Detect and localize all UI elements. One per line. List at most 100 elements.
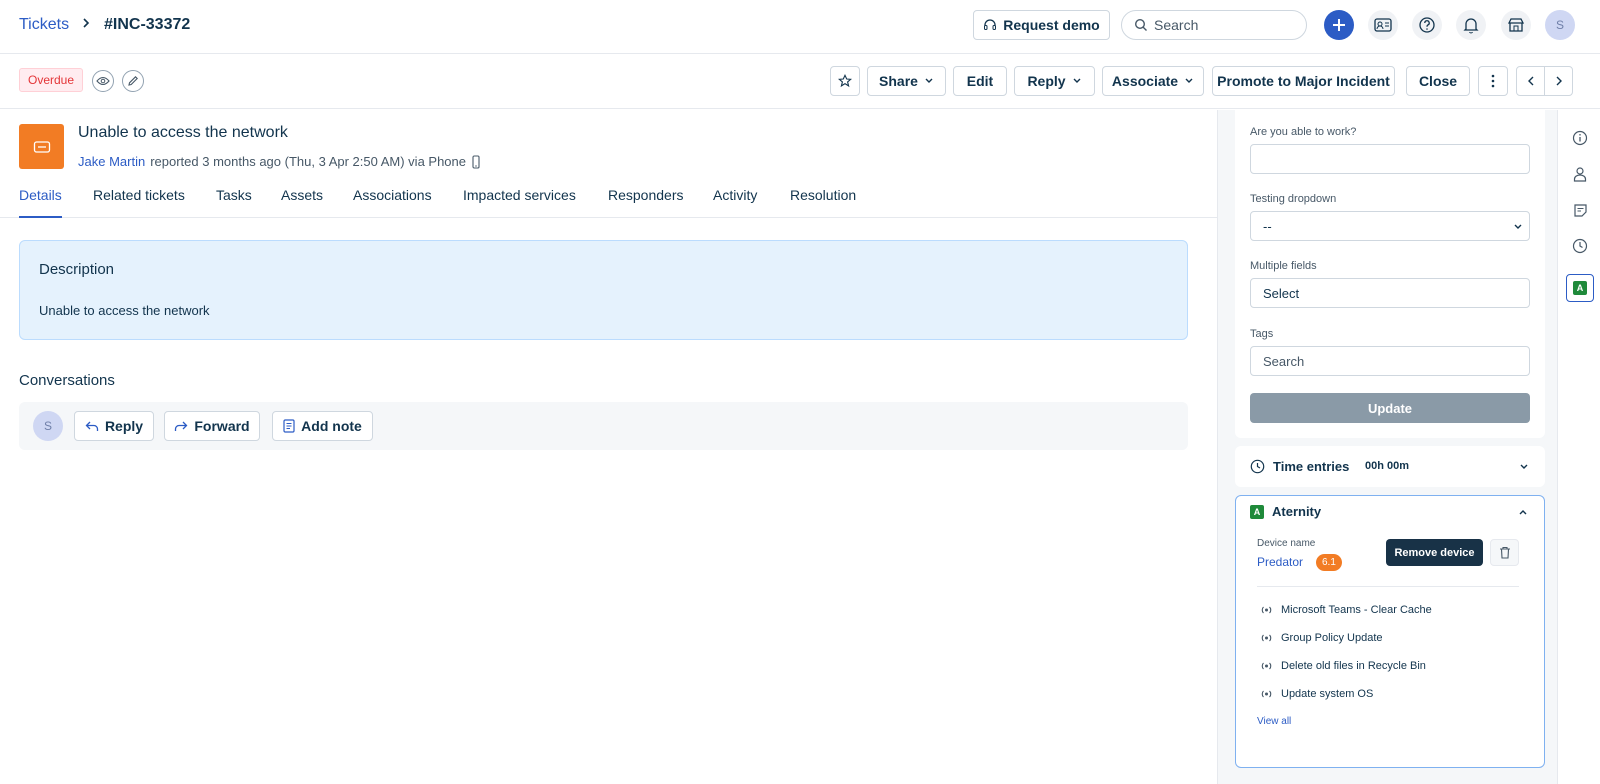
- rail-info-button[interactable]: [1570, 128, 1590, 148]
- properties-sidebar: Are you able to work? Testing dropdown -…: [1217, 110, 1557, 784]
- edit-label: Edit: [966, 73, 994, 89]
- time-entries-card[interactable]: Time entries 00h 00m: [1235, 446, 1545, 487]
- tab-related-tickets[interactable]: Related tickets: [93, 186, 185, 218]
- contact-card-icon: [1374, 18, 1392, 32]
- note-icon: [283, 419, 295, 433]
- rail-notes-button[interactable]: [1570, 200, 1590, 220]
- description-body: Unable to access the network: [39, 303, 210, 318]
- global-search-input[interactable]: Search: [1121, 10, 1307, 40]
- next-ticket-button[interactable]: [1544, 66, 1573, 96]
- share-button[interactable]: Share: [867, 66, 946, 96]
- chevron-down-icon: [925, 78, 933, 83]
- request-demo-label: Request demo: [1003, 17, 1100, 33]
- forward-icon: [175, 421, 188, 431]
- ticket-type-icon: [19, 124, 64, 169]
- chevron-left-icon: [1527, 76, 1533, 86]
- contacts-button[interactable]: [1368, 10, 1398, 40]
- agent-avatar: S: [33, 411, 63, 441]
- aternity-action-item[interactable]: Microsoft Teams - Clear Cache: [1260, 604, 1432, 616]
- bell-icon: [1463, 18, 1479, 34]
- breadcrumb-tickets-link[interactable]: Tickets: [19, 16, 69, 34]
- favorite-button[interactable]: [830, 66, 860, 96]
- edit-button[interactable]: Edit: [953, 66, 1007, 96]
- description-heading: Description: [39, 261, 115, 278]
- top-bar: Tickets #INC-33372 Request demo Search S: [0, 0, 1600, 54]
- new-item-button[interactable]: [1324, 10, 1354, 40]
- ticket-main-panel: Unable to access the network Jake Martin…: [0, 110, 1217, 784]
- tags-input[interactable]: Search: [1250, 346, 1530, 376]
- broadcast-icon: [1261, 690, 1272, 698]
- tab-responders[interactable]: Responders: [608, 186, 684, 218]
- tab-resolution[interactable]: Resolution: [790, 186, 856, 218]
- broadcast-icon: [1261, 662, 1272, 670]
- watch-button[interactable]: [92, 70, 114, 92]
- aternity-action-item[interactable]: Update system OS: [1260, 688, 1373, 700]
- breadcrumb-ticket-id: #INC-33372: [104, 16, 191, 33]
- edit-subject-button[interactable]: [122, 70, 144, 92]
- forward-label: Forward: [194, 418, 250, 434]
- multiple-fields-label: Multiple fields: [1250, 260, 1317, 272]
- delete-device-button[interactable]: [1490, 539, 1519, 566]
- broadcast-icon: [1261, 634, 1272, 642]
- work-field-input[interactable]: [1250, 144, 1530, 174]
- more-options-button[interactable]: [1478, 66, 1508, 96]
- device-name-link[interactable]: Predator: [1257, 555, 1303, 569]
- reply-dropdown-button[interactable]: Reply: [1014, 66, 1095, 96]
- multiple-fields-select[interactable]: Select: [1250, 278, 1530, 308]
- pencil-icon: [128, 76, 138, 86]
- broadcast-icon: [1261, 606, 1272, 614]
- previous-ticket-button[interactable]: [1516, 66, 1545, 96]
- phone-icon: [472, 154, 480, 169]
- rail-timeline-button[interactable]: [1570, 236, 1590, 256]
- add-note-button[interactable]: Add note: [272, 411, 373, 441]
- status-badge: Overdue: [19, 68, 84, 92]
- help-button[interactable]: [1412, 10, 1442, 40]
- eye-icon: [96, 76, 110, 86]
- tab-assets[interactable]: Assets: [281, 186, 323, 218]
- sticky-note-icon: [1573, 203, 1587, 217]
- aternity-action-label: Group Policy Update: [1281, 632, 1383, 644]
- description-box: Description Unable to access the network: [19, 240, 1188, 340]
- user-avatar[interactable]: S: [1545, 10, 1575, 40]
- person-icon: [1573, 167, 1587, 182]
- associate-button[interactable]: Associate: [1102, 66, 1204, 96]
- requester-link[interactable]: Jake Martin: [78, 154, 145, 169]
- trash-icon: [1499, 546, 1510, 559]
- headset-icon: [984, 19, 997, 30]
- notifications-button[interactable]: [1456, 10, 1486, 40]
- chevron-down-icon: [1185, 78, 1193, 83]
- chevron-down-icon: [1514, 224, 1522, 229]
- remove-device-button[interactable]: Remove device: [1386, 539, 1483, 566]
- aternity-action-item[interactable]: Delete old files in Recycle Bin: [1260, 660, 1426, 672]
- aternity-action-item[interactable]: Group Policy Update: [1260, 632, 1383, 644]
- marketplace-button[interactable]: [1501, 10, 1531, 40]
- tab-activity[interactable]: Activity: [713, 186, 757, 218]
- kebab-menu-icon: [1491, 74, 1495, 88]
- promote-major-incident-button[interactable]: Promote to Major Incident: [1212, 66, 1395, 96]
- device-name-label: Device name: [1257, 538, 1316, 549]
- aternity-card: A Aternity Device name Predator 6.1 Remo…: [1235, 495, 1545, 768]
- close-ticket-button[interactable]: Close: [1406, 66, 1470, 96]
- conversation-reply-button[interactable]: Reply: [74, 411, 154, 441]
- ticket-icon: [33, 140, 50, 153]
- forward-button[interactable]: Forward: [164, 411, 260, 441]
- view-all-link[interactable]: View all: [1257, 716, 1291, 727]
- testing-dropdown-value: --: [1263, 218, 1272, 234]
- reply-label: Reply: [1027, 73, 1066, 89]
- update-button[interactable]: Update: [1250, 393, 1530, 423]
- aternity-action-label: Delete old files in Recycle Bin: [1281, 660, 1426, 672]
- device-score-badge: 6.1: [1316, 554, 1342, 571]
- right-icon-rail: A: [1557, 110, 1600, 784]
- properties-card: Are you able to work? Testing dropdown -…: [1235, 110, 1545, 438]
- testing-dropdown-select[interactable]: --: [1250, 211, 1530, 241]
- tab-tasks[interactable]: Tasks: [216, 186, 252, 218]
- tab-associations[interactable]: Associations: [353, 186, 432, 218]
- chevron-down-icon: [1520, 464, 1528, 469]
- chevron-up-icon[interactable]: [1518, 508, 1528, 516]
- request-demo-button[interactable]: Request demo: [973, 10, 1110, 40]
- rail-aternity-button[interactable]: A: [1566, 274, 1594, 302]
- tab-details[interactable]: Details: [19, 186, 62, 218]
- tab-impacted-services[interactable]: Impacted services: [463, 186, 576, 218]
- store-icon: [1507, 18, 1525, 32]
- rail-requester-button[interactable]: [1570, 164, 1590, 184]
